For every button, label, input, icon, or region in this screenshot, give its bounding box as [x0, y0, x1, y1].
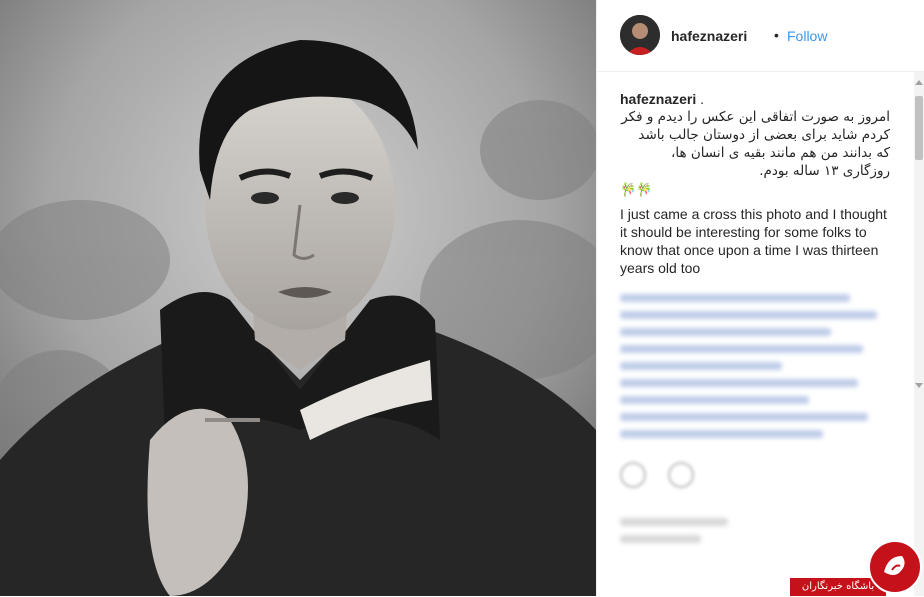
post-side-panel: hafeznazeri • Follow hafeznazeri . امروز… [596, 0, 924, 596]
caption-persian-line-4: روزگاری ۱۳ ساله بودم. [759, 163, 890, 179]
watermark-logo: باشگاه خبرنگاران [790, 540, 924, 596]
caption-persian-line-3: که بدانند من هم مانند بقیه ی انسان ها، [670, 145, 890, 161]
blurred-comments [620, 285, 890, 565]
scroll-thumb[interactable] [915, 96, 923, 160]
post-header: hafeznazeri • Follow [597, 0, 924, 72]
avatar-image [620, 15, 660, 55]
caption: hafeznazeri . امروز به صورت اتفاقی این ع… [620, 90, 890, 277]
caption-persian-line-1: امروز به صورت اتفاقی این عکس را دیدم و ف… [621, 109, 890, 125]
comment-icon[interactable] [668, 462, 695, 488]
action-icons [620, 462, 712, 493]
caption-english: I just came a cross this photo and I tho… [620, 206, 887, 276]
header-separator: • [774, 27, 779, 43]
caption-persian-line-2: کردم شاید برای بعضی از دوستان جالب باشد [638, 127, 890, 143]
avatar[interactable] [620, 15, 660, 55]
header-username[interactable]: hafeznazeri [671, 28, 747, 44]
watermark-emblem [884, 556, 905, 575]
post-photo[interactable] [0, 0, 596, 596]
scroll-down-icon[interactable] [915, 383, 923, 388]
heart-icon[interactable] [620, 462, 646, 488]
caption-emoji: 🎋🎋 [620, 182, 653, 197]
follow-button[interactable]: Follow [787, 28, 827, 44]
portrait-image [0, 0, 596, 596]
caption-username[interactable]: hafeznazeri [620, 91, 696, 107]
caption-username-suffix: . [696, 91, 705, 107]
watermark-circle [868, 540, 922, 594]
scroll-up-icon[interactable] [915, 80, 923, 85]
